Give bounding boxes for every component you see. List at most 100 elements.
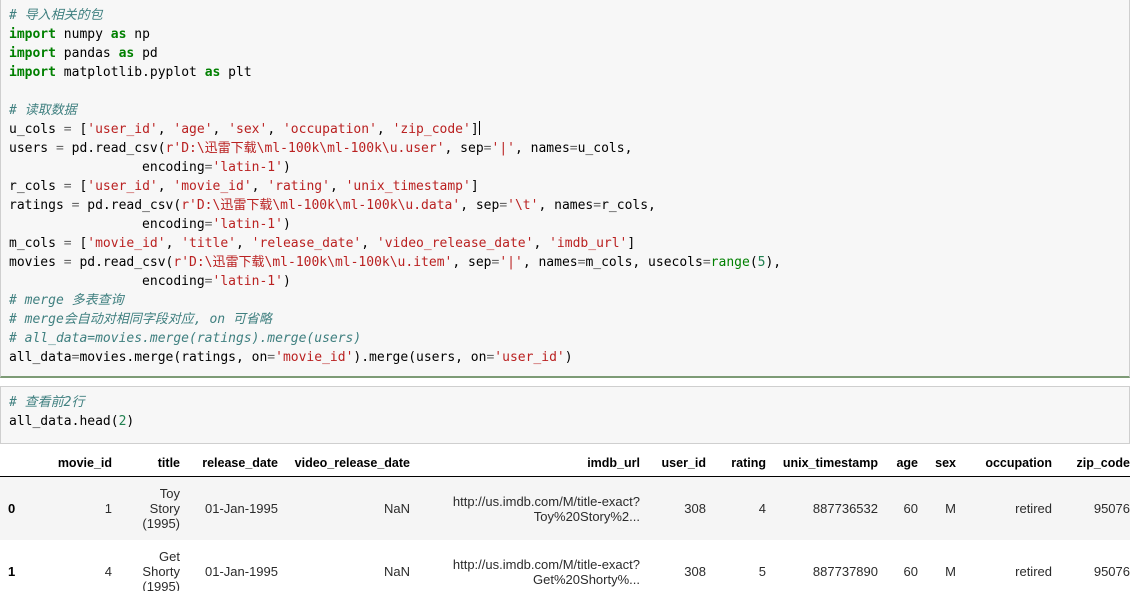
code-token-str: '|' bbox=[499, 255, 522, 270]
cell-imdb_url: http://us.imdb.com/M/title-exact?Toy%20S… bbox=[418, 477, 648, 541]
code-cell-imports-and-load[interactable]: # 导入相关的包 import numpy as np import panda… bbox=[0, 0, 1130, 378]
code-token-plain: , bbox=[158, 179, 174, 194]
code-token-plain: [ bbox=[72, 122, 88, 137]
code-token-op: = bbox=[703, 255, 711, 270]
code-token-str: '|' bbox=[492, 141, 515, 156]
code-token-plain: encoding bbox=[9, 160, 205, 175]
cell-release_date: 01-Jan-1995 bbox=[188, 477, 286, 541]
code-token-plain: ratings bbox=[9, 198, 72, 213]
code-token-kw: import bbox=[9, 46, 56, 61]
cell-movie_id: 1 bbox=[28, 477, 120, 541]
code-token-plain: ).merge(users, on bbox=[353, 350, 486, 365]
code-token-op: = bbox=[205, 217, 213, 232]
column-header-sex: sex bbox=[926, 452, 964, 477]
text-caret bbox=[479, 121, 480, 135]
code-token-plain: matplotlib.pyplot bbox=[56, 65, 205, 80]
dataframe-body: 01Toy Story (1995)01-Jan-1995NaNhttp://u… bbox=[0, 477, 1130, 591]
column-header-occupation: occupation bbox=[964, 452, 1060, 477]
code-token-op: = bbox=[267, 350, 275, 365]
cell-title: Get Shorty (1995) bbox=[120, 540, 188, 591]
code-token-plain: , bbox=[213, 122, 229, 137]
cell-movie_id: 4 bbox=[28, 540, 120, 591]
cell-sex: M bbox=[926, 540, 964, 591]
code-token-op: = bbox=[205, 160, 213, 175]
code-token-str: 'zip_code' bbox=[393, 122, 471, 137]
code-token-cmt: # merge会自动对相同字段对应, on 可省略 bbox=[9, 312, 272, 327]
code-token-plain: numpy bbox=[56, 27, 111, 42]
code-token-kw: import bbox=[9, 27, 56, 42]
table-header-row: movie_idtitlerelease_datevideo_release_d… bbox=[0, 452, 1130, 477]
column-header-zip_code: zip_code bbox=[1060, 452, 1130, 477]
code-token-plain: , bbox=[158, 122, 174, 137]
cell-video_release_date: NaN bbox=[286, 540, 418, 591]
code-cell-2-source[interactable]: # 查看前2行 all_data.head(2) bbox=[9, 393, 1129, 431]
code-token-cmt: # 导入相关的包 bbox=[9, 8, 103, 23]
cell-age: 60 bbox=[886, 540, 926, 591]
code-token-str: 'user_id' bbox=[87, 122, 157, 137]
code-token-plain: ] bbox=[471, 179, 479, 194]
cell-rating: 5 bbox=[714, 540, 774, 591]
code-token-str: 'title' bbox=[181, 236, 236, 251]
code-token-plain: ) bbox=[283, 160, 291, 175]
code-token-kw: import bbox=[9, 65, 56, 80]
code-token-plain: ] bbox=[627, 236, 635, 251]
code-token-plain: ( bbox=[750, 255, 758, 270]
cell-imdb_url: http://us.imdb.com/M/title-exact?Get%20S… bbox=[418, 540, 648, 591]
code-token-op: = bbox=[56, 141, 64, 156]
code-token-plain: all_data.head( bbox=[9, 414, 119, 429]
code-cell-1-editor[interactable]: # 导入相关的包 import numpy as np import panda… bbox=[1, 0, 1129, 373]
code-token-str: 'sex' bbox=[228, 122, 267, 137]
code-token-plain: , bbox=[377, 122, 393, 137]
cell-zip_code: 95076 bbox=[1060, 477, 1130, 541]
column-header-release_date: release_date bbox=[188, 452, 286, 477]
code-cell-2-editor[interactable]: # 查看前2行 all_data.head(2) bbox=[1, 387, 1129, 437]
code-token-cmt: # merge 多表查询 bbox=[9, 293, 124, 308]
code-token-cmt: # 查看前2行 bbox=[9, 395, 84, 410]
code-token-plain: movies bbox=[9, 255, 64, 270]
cell-title: Toy Story (1995) bbox=[120, 477, 188, 541]
code-token-str: 'movie_id' bbox=[275, 350, 353, 365]
code-token-op: = bbox=[593, 198, 601, 213]
code-token-plain: [ bbox=[72, 236, 88, 251]
code-token-plain: pd.read_csv( bbox=[72, 255, 174, 270]
row-index-cell: 0 bbox=[0, 477, 28, 541]
code-token-str: 'latin-1' bbox=[213, 274, 283, 289]
code-token-kw: as bbox=[205, 65, 221, 80]
code-token-op: = bbox=[64, 179, 72, 194]
code-token-plain: pd.read_csv( bbox=[79, 198, 181, 213]
code-token-plain: encoding bbox=[9, 217, 205, 232]
code-token-plain: pandas bbox=[56, 46, 119, 61]
code-token-kw: as bbox=[119, 46, 135, 61]
code-token-plain: , bbox=[267, 122, 283, 137]
dataframe-table: movie_idtitlerelease_datevideo_release_d… bbox=[0, 452, 1130, 591]
code-token-plain: m_cols, usecols bbox=[585, 255, 702, 270]
cell-zip_code: 95076 bbox=[1060, 540, 1130, 591]
column-header-user_id: user_id bbox=[648, 452, 714, 477]
cell-user_id: 308 bbox=[648, 477, 714, 541]
code-token-op: = bbox=[64, 236, 72, 251]
code-token-plain: plt bbox=[220, 65, 251, 80]
code-cell-1-source[interactable]: # 导入相关的包 import numpy as np import panda… bbox=[9, 6, 1129, 367]
code-token-kw: as bbox=[111, 27, 127, 42]
code-token-plain: , bbox=[236, 236, 252, 251]
cell-sex: M bbox=[926, 477, 964, 541]
code-token-op: = bbox=[570, 141, 578, 156]
cell-user_id: 308 bbox=[648, 540, 714, 591]
cell-rating: 4 bbox=[714, 477, 774, 541]
code-token-cmt: # all_data=movies.merge(ratings).merge(u… bbox=[9, 331, 361, 346]
code-token-plain: ) bbox=[126, 414, 134, 429]
code-token-plain: , sep bbox=[445, 141, 484, 156]
code-token-str: 'rating' bbox=[267, 179, 330, 194]
code-cell-head[interactable]: # 查看前2行 all_data.head(2) bbox=[0, 386, 1130, 444]
column-header-imdb_url: imdb_url bbox=[418, 452, 648, 477]
code-token-plain: encoding bbox=[9, 274, 205, 289]
code-token-str: 'movie_id' bbox=[87, 236, 165, 251]
code-token-str: r'D:\迅雷下载\ml-100k\ml-100k\u.item' bbox=[173, 255, 452, 270]
cell-occupation: retired bbox=[964, 540, 1060, 591]
dataframe-output: movie_idtitlerelease_datevideo_release_d… bbox=[0, 452, 1130, 591]
row-index-cell: 1 bbox=[0, 540, 28, 591]
code-token-str: 'user_id' bbox=[494, 350, 564, 365]
code-token-plain: all_data bbox=[9, 350, 72, 365]
code-token-str: 'release_date' bbox=[252, 236, 362, 251]
code-token-str: 'occupation' bbox=[283, 122, 377, 137]
